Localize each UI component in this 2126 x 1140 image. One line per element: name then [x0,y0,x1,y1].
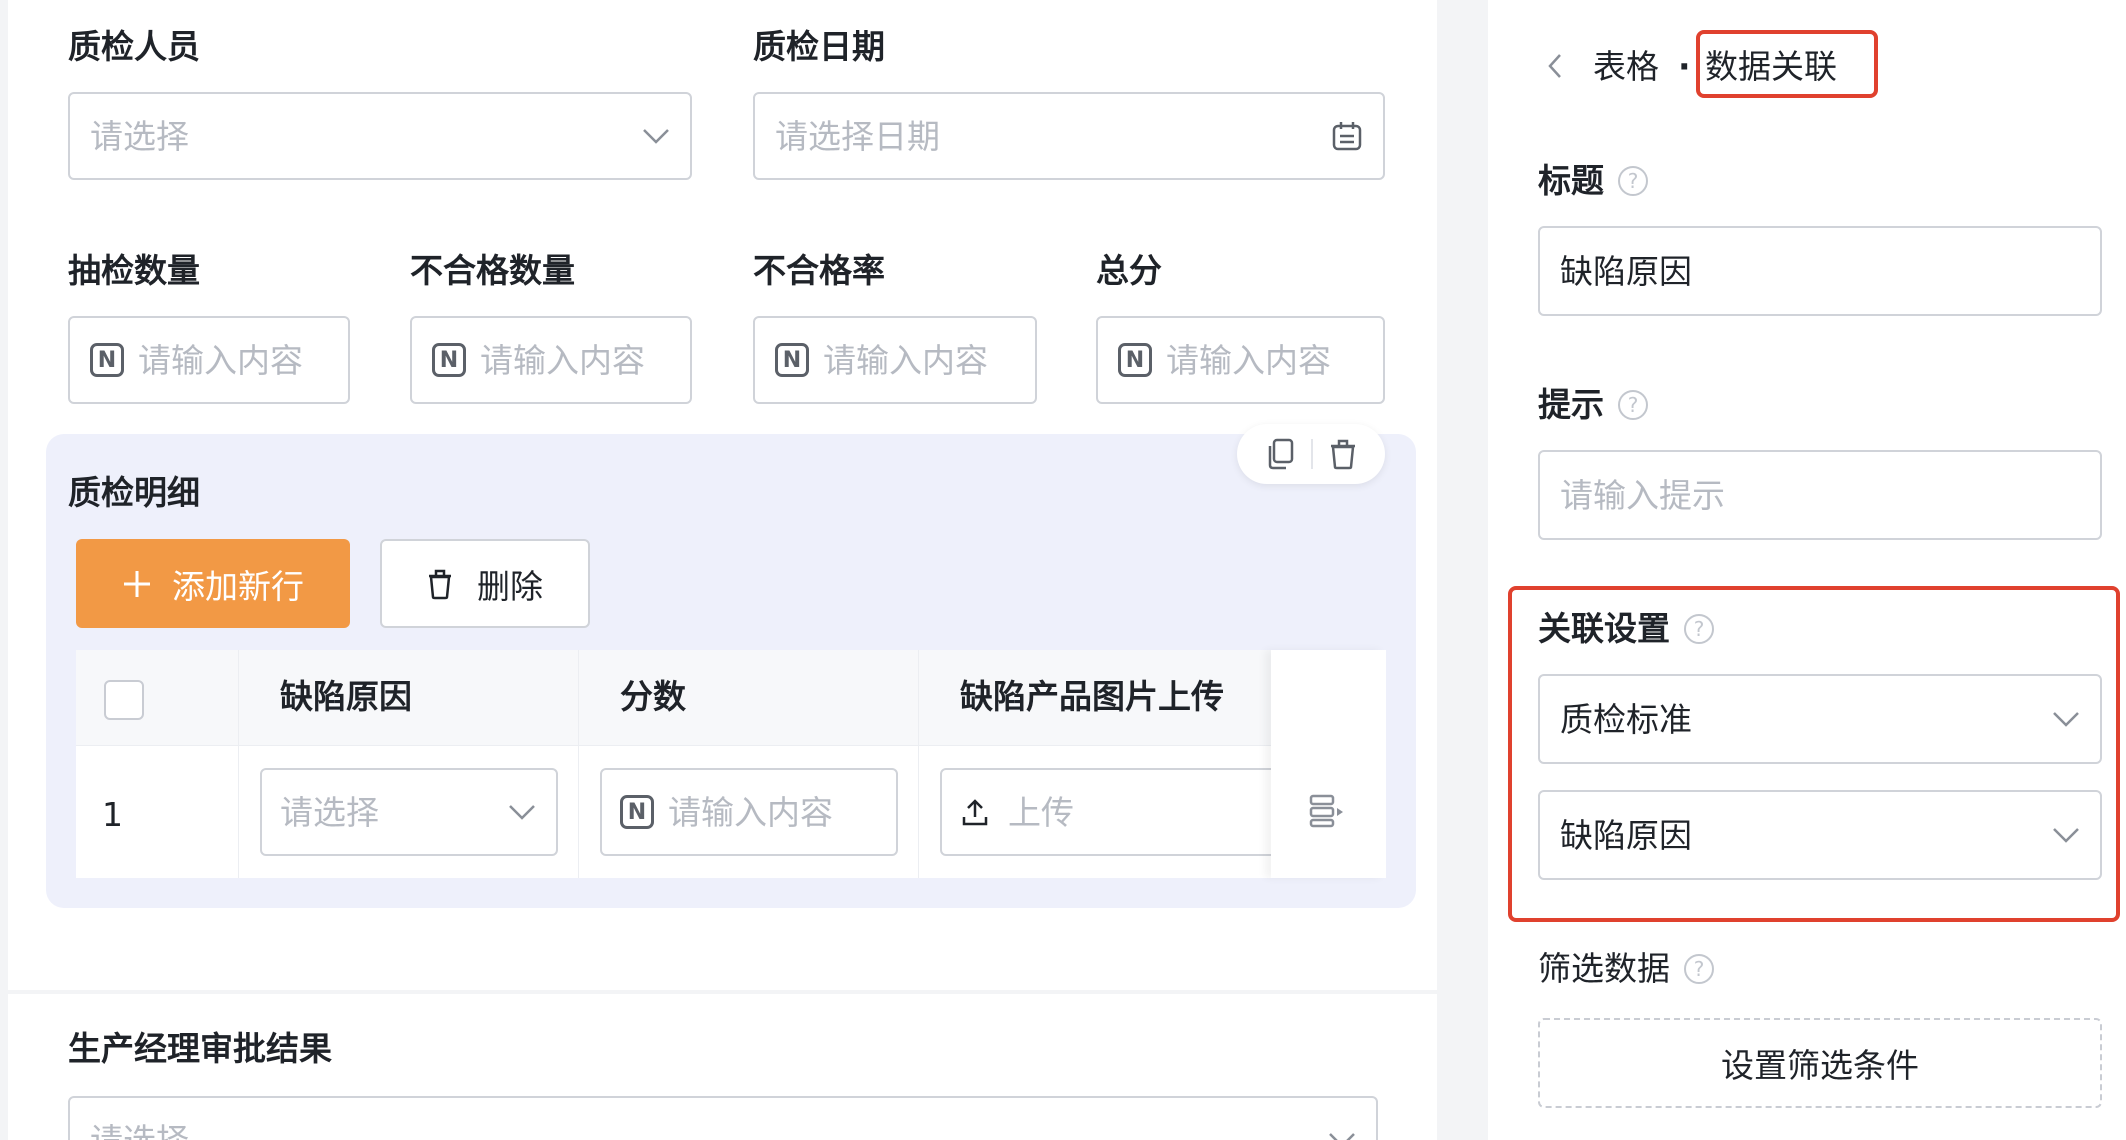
inspect-date-label: 质检日期 [753,27,885,66]
number-icon: N [432,343,466,377]
delete-rows-label: 删除 [477,566,543,606]
chevron-down-icon [1329,1133,1355,1140]
breadcrumb-separator: · [1678,47,1691,86]
back-icon[interactable] [1546,52,1564,80]
reason-select[interactable]: 请选择 [260,768,558,856]
link-form-value: 质检标准 [1560,699,1692,739]
link-settings-label: 关联设置? [1538,612,1714,645]
title-value: 缺陷原因 [1560,251,1692,291]
set-filter-button[interactable]: 设置筛选条件 [1538,1018,2102,1108]
copy-icon[interactable] [1265,438,1295,470]
select-all-checkbox[interactable] [104,680,144,720]
trash-icon [429,569,451,599]
help-icon[interactable]: ? [1684,953,1714,984]
defect-qty-input[interactable]: N 请输入内容 [410,316,692,404]
chevron-down-icon [643,129,669,144]
column-header-score: 分数 [620,677,686,716]
detail-label: 质检明细 [68,473,200,512]
breadcrumb-parent[interactable]: 表格 [1593,50,1659,83]
inspector-select[interactable]: 请选择 [68,92,692,180]
link-field-select[interactable]: 缺陷原因 [1538,790,2102,880]
delete-rows-button[interactable]: 删除 [380,539,590,628]
hint-input[interactable]: 请输入提示 [1538,450,2102,540]
form-card: 质检人员 请选择 质检日期 请选择日期 抽检数量 N 请输入内容 不合格数量 N… [8,0,1438,990]
total-score-input[interactable]: N 请输入内容 [1096,316,1385,404]
defect-rate-input[interactable]: N 请输入内容 [753,316,1037,404]
link-field-value: 缺陷原因 [1560,815,1692,855]
defect-qty-label: 不合格数量 [410,251,575,290]
approval-placeholder: 请选择 [90,1120,189,1140]
hint-placeholder: 请输入提示 [1560,475,1725,515]
form-canvas: 质检人员 请选择 质检日期 请选择日期 抽检数量 N 请输入内容 不合格数量 N… [0,0,1438,1140]
score-placeholder: 请输入内容 [668,792,833,832]
number-icon: N [90,343,124,377]
total-score-label: 总分 [1096,251,1162,290]
subtable-toolbar [1237,424,1385,484]
total-score-placeholder: 请输入内容 [1166,340,1331,380]
help-icon[interactable]: ? [1684,613,1714,644]
chevron-down-icon [509,805,535,820]
number-icon: N [620,795,654,829]
inspect-date-picker[interactable]: 请选择日期 [753,92,1385,180]
link-form-select[interactable]: 质检标准 [1538,674,2102,764]
panel-divider [1437,0,1488,1140]
column-header-upload: 缺陷产品图片上传 [960,677,1224,716]
trash-icon[interactable] [1329,438,1357,470]
defect-rate-placeholder: 请输入内容 [823,340,988,380]
defect-rate-label: 不合格率 [753,251,885,290]
inspector-label: 质检人员 [68,27,200,66]
upload-button[interactable]: 上传 [940,768,1280,856]
title-field-label: 标题? [1538,164,1648,197]
help-icon[interactable]: ? [1618,165,1648,196]
row-operation-column [1271,650,1386,878]
help-icon[interactable]: ? [1618,389,1648,420]
hint-field-label: 提示? [1538,388,1648,421]
inspect-date-placeholder: 请选择日期 [775,116,940,156]
approval-select[interactable]: 请选择 [68,1096,1378,1140]
inspector-placeholder: 请选择 [90,116,189,156]
sample-qty-label: 抽检数量 [68,251,200,290]
chevron-down-icon [2053,828,2079,843]
number-icon: N [775,343,809,377]
sample-qty-input[interactable]: N 请输入内容 [68,316,350,404]
row-detail-icon[interactable] [1309,794,1345,828]
sample-qty-placeholder: 请输入内容 [138,340,303,380]
highlight-breadcrumb [1696,30,1878,98]
title-input[interactable]: 缺陷原因 [1538,226,2102,316]
upload-icon [962,799,988,826]
set-filter-label: 设置筛选条件 [1721,1046,1919,1085]
approval-label: 生产经理审批结果 [68,1029,332,1068]
calendar-icon [1332,122,1362,151]
upload-label: 上传 [1008,792,1074,832]
defect-qty-placeholder: 请输入内容 [480,340,645,380]
detail-table: 缺陷原因 分数 缺陷产品图片上传 1 请选择 N 请输入内容 上传 [76,650,1386,878]
number-icon: N [1118,343,1152,377]
reason-placeholder: 请选择 [280,792,379,832]
add-row-button[interactable]: 添加新行 [76,539,350,628]
add-row-label: 添加新行 [172,566,304,606]
approval-card: 生产经理审批结果 请选择 [8,994,1438,1140]
property-panel: 表格 · 数据关联 标题? 缺陷原因 提示? 请输入提示 关联设置? 质检标准 … [1488,0,2126,1140]
row-index: 1 [102,795,123,834]
score-input[interactable]: N 请输入内容 [600,768,898,856]
column-header-reason: 缺陷原因 [280,677,412,716]
chevron-down-icon [2053,712,2079,727]
filter-label: 筛选数据? [1538,952,1714,985]
plus-icon [124,570,150,597]
